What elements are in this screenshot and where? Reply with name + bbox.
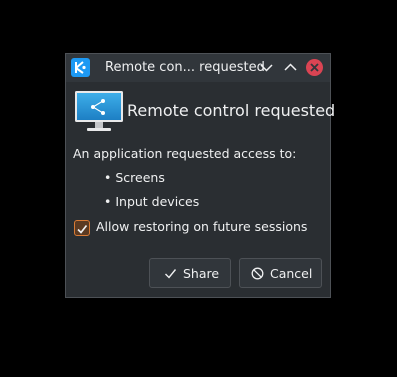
remote-control-dialog: Remote con... requested Remote control r… bbox=[65, 53, 335, 298]
title-bar[interactable]: Remote con... requested bbox=[66, 54, 330, 82]
dialog-heading: Remote control requested bbox=[127, 101, 336, 120]
chevron-up-icon bbox=[284, 63, 297, 71]
maximize-button[interactable] bbox=[282, 59, 299, 76]
minimize-button[interactable] bbox=[258, 59, 275, 76]
cancel-button[interactable]: Cancel bbox=[239, 258, 322, 288]
intro-text: An application requested access to: bbox=[73, 146, 297, 161]
kde-logo-icon bbox=[71, 58, 90, 77]
share-button-label: Share bbox=[183, 266, 220, 281]
cancel-icon bbox=[251, 267, 264, 280]
close-icon bbox=[310, 63, 319, 72]
checkmark-icon bbox=[165, 269, 177, 279]
checkmark-icon bbox=[77, 224, 88, 234]
monitor-share-icon bbox=[74, 90, 124, 133]
share-button[interactable]: Share bbox=[149, 258, 231, 288]
window-title: Remote con... requested bbox=[105, 60, 265, 75]
restore-checkbox-label[interactable]: Allow restoring on future sessions bbox=[96, 219, 307, 234]
close-button[interactable] bbox=[306, 59, 323, 76]
access-item-input-devices: • Input devices bbox=[104, 194, 200, 209]
access-item-screens: • Screens bbox=[104, 170, 165, 185]
restore-checkbox[interactable] bbox=[74, 220, 90, 236]
chevron-down-icon bbox=[260, 64, 273, 72]
cancel-button-label: Cancel bbox=[270, 266, 313, 281]
